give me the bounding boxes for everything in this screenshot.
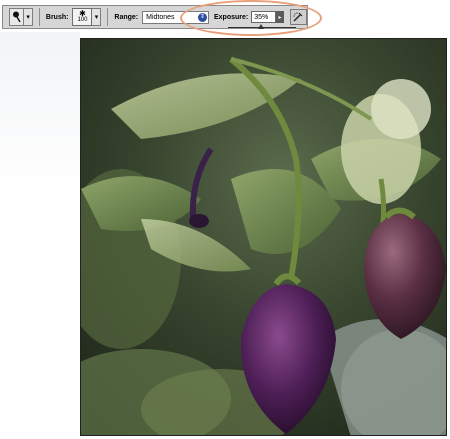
separator: [38, 8, 40, 26]
brush-tip-icon: ✱: [79, 9, 86, 18]
separator: [107, 8, 109, 26]
exposure-field[interactable]: 35%: [251, 11, 277, 23]
brush-preview[interactable]: ✱ 100: [72, 8, 93, 26]
exposure-slider-arrow[interactable]: ▸: [276, 11, 284, 23]
brush-size: 100: [77, 17, 88, 23]
brush-picker[interactable]: ✱ 100 ▾: [72, 8, 102, 26]
exposure-value: 35%: [254, 13, 269, 21]
tool-preset-arrow[interactable]: ▾: [24, 8, 33, 26]
range-select[interactable]: Midtones ⇕: [142, 10, 209, 24]
dodge-tool-icon[interactable]: [9, 8, 25, 26]
range-label: Range:: [114, 13, 139, 21]
exposure-label: Exposure:: [214, 13, 249, 21]
exposure-slider[interactable]: [228, 24, 296, 32]
airbrush-icon[interactable]: [289, 9, 307, 25]
pepper-photo-graphic: [81, 39, 446, 435]
brush-picker-arrow[interactable]: ▾: [92, 8, 102, 26]
slider-thumb[interactable]: [258, 24, 264, 29]
brush-label: Brush:: [45, 13, 69, 21]
pepper-photo: [80, 38, 447, 436]
range-value: Midtones: [146, 13, 175, 21]
background-fade: [0, 32, 80, 439]
select-arrow-icon: ⇕: [198, 12, 207, 22]
